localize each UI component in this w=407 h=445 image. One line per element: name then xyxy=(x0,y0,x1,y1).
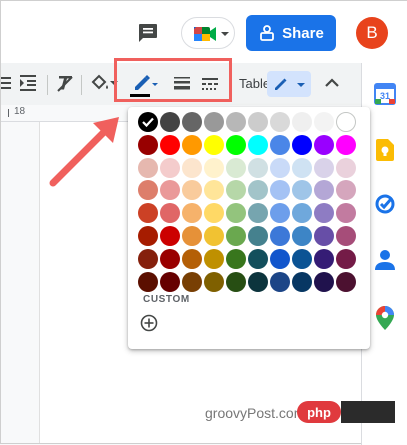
watermark-text: groovyPost.com xyxy=(205,405,306,421)
php-logo-bar xyxy=(341,401,395,423)
php-logo: php xyxy=(297,401,341,423)
annotation-arrow-icon xyxy=(49,117,119,187)
app-window: Share B Table 18 31 CUSTOM groovyPost.co… xyxy=(0,0,407,445)
